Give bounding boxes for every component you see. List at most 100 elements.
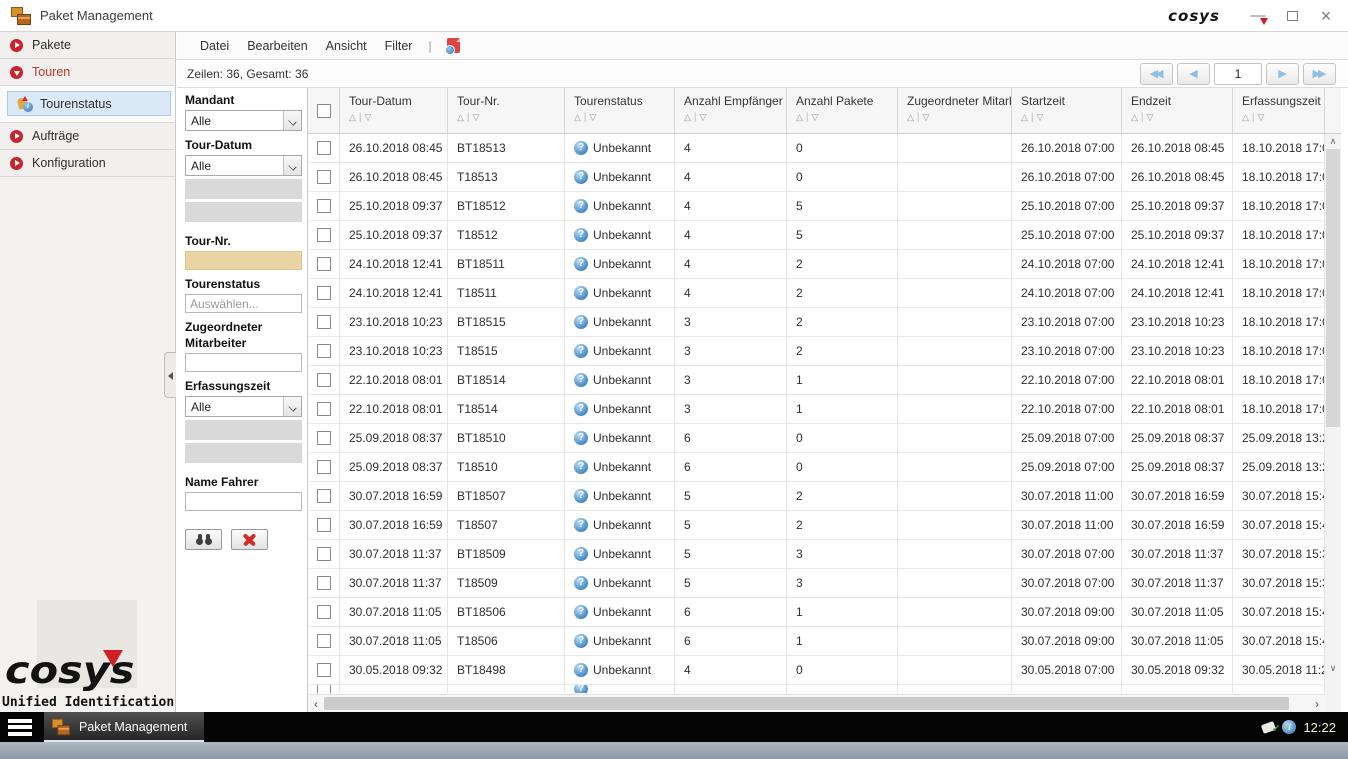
name-fahrer-input[interactable] [185,492,302,511]
sort-asc-icon[interactable]: △ [1131,112,1138,123]
sidebar-item-touren[interactable]: Touren [0,59,175,86]
tour-nr-input[interactable] [185,251,302,270]
column-header[interactable]: Tour-Nr.△|▽ [448,88,565,133]
sort-desc-icon[interactable]: ▽ [1147,112,1154,123]
select-all-checkbox[interactable] [317,104,331,118]
sort-asc-icon[interactable]: △ [349,112,356,123]
row-checkbox[interactable] [317,228,331,242]
first-page-button[interactable]: ◀◀ [1140,63,1173,85]
page-number-input[interactable]: 1 [1214,63,1262,85]
column-header[interactable]: Anzahl Empfänger△|▽ [675,88,787,133]
horizontal-scroll-thumb[interactable] [324,697,1289,710]
row-checkbox[interactable] [317,663,331,677]
vertical-scroll-thumb[interactable] [1326,149,1340,427]
row-checkbox[interactable] [317,257,331,271]
info-tray-icon[interactable]: i [1282,720,1296,734]
sort-desc-icon[interactable]: ▽ [365,112,372,123]
menu-bearbeiten[interactable]: Bearbeiten [238,39,316,53]
row-checkbox[interactable] [317,547,331,561]
cell: 5 [675,511,787,539]
sort-desc-icon[interactable]: ▽ [1258,112,1265,123]
row-checkbox[interactable] [317,489,331,503]
menu-datei[interactable]: Datei [191,39,238,53]
close-button[interactable]: × [1316,6,1336,26]
row-checkbox[interactable] [317,518,331,532]
menu-ansicht[interactable]: Ansicht [317,39,376,53]
sort-desc-icon[interactable]: ▽ [1037,112,1044,123]
start-menu-icon[interactable] [8,719,32,736]
sort-asc-icon[interactable]: △ [457,112,464,123]
cell: 6 [675,453,787,481]
table-row: 23.10.2018 10:23T18515?Unbekannt3223.10.… [308,337,1325,366]
column-header[interactable]: Tour-Datum△|▽ [340,88,448,133]
dropdown-arrow-icon[interactable] [283,397,301,416]
dropdown-arrow-icon[interactable] [283,156,301,175]
sort-asc-icon[interactable]: △ [1021,112,1028,123]
row-checkbox[interactable] [317,315,331,329]
sidebar-item-konfiguration[interactable]: Konfiguration [0,150,175,177]
sidebar-item-tourenstatus-selected[interactable]: i Tourenstatus [7,91,171,116]
sort-asc-icon[interactable]: △ [574,112,581,123]
column-header[interactable]: Erfassungszeit△|▽ [1233,88,1325,133]
row-checkbox[interactable] [317,344,331,358]
cell: 1 [787,627,898,655]
sort-asc-icon[interactable]: △ [796,112,803,123]
column-header[interactable]: Startzeit△|▽ [1012,88,1122,133]
row-checkbox[interactable] [317,685,331,693]
scroll-left-icon[interactable]: ‹ [308,696,324,712]
dropdown-arrow-icon[interactable] [283,111,301,130]
tour-datum-select[interactable]: Alle [185,155,302,176]
cell [898,627,1012,655]
cell: 26.10.2018 08:45 [340,134,448,162]
row-checkbox[interactable] [317,460,331,474]
row-checkbox[interactable] [317,373,331,387]
column-header[interactable]: Endzeit△|▽ [1122,88,1233,133]
taskbar-app-button[interactable]: Paket Management [44,712,204,742]
sort-desc-icon[interactable]: ▽ [700,112,707,123]
last-page-button[interactable]: ▶▶ [1303,63,1336,85]
tourenstatus-input[interactable] [185,294,302,313]
erfassungszeit-select[interactable]: Alle [185,396,302,417]
cell: 24.10.2018 12:41 [1122,250,1233,278]
usb-device-icon[interactable] [1261,721,1276,734]
sort-desc-icon[interactable]: ▽ [812,112,819,123]
filter-panel-collapse-handle[interactable] [164,352,176,398]
sort-asc-icon[interactable]: △ [684,112,691,123]
sort-asc-icon[interactable]: △ [1242,112,1249,123]
cell [898,337,1012,365]
row-checkbox[interactable] [317,141,331,155]
next-page-button[interactable]: ▶ [1266,63,1299,85]
mandant-select[interactable]: Alle [185,110,302,131]
search-button[interactable] [185,529,222,550]
row-checkbox[interactable] [317,431,331,445]
row-checkbox[interactable] [317,199,331,213]
sidebar-item-pakete[interactable]: Pakete [0,32,175,59]
scroll-right-icon[interactable]: › [1309,696,1325,712]
vertical-scrollbar[interactable]: ∧ ∨ [1325,88,1341,712]
column-header[interactable]: Zugeordneter Mitarbe△|▽ [898,88,1012,133]
menu-filter[interactable]: Filter [376,39,422,53]
sort-desc-icon[interactable]: ▽ [590,112,597,123]
row-checkbox[interactable] [317,634,331,648]
sort-desc-icon[interactable]: ▽ [473,112,480,123]
sort-desc-icon[interactable]: ▽ [923,112,930,123]
sort-asc-icon[interactable]: △ [907,112,914,123]
horizontal-scrollbar[interactable]: ‹ › [308,694,1325,712]
mitarbeiter-input[interactable] [185,353,302,372]
status-unknown-icon: ? [574,489,588,503]
sidebar-item-auftraege[interactable]: Aufträge [0,123,175,150]
maximize-button[interactable] [1282,6,1302,26]
column-header[interactable]: Tourenstatus△|▽ [565,88,675,133]
clear-filter-button[interactable] [231,529,268,550]
row-checkbox[interactable] [317,286,331,300]
row-checkbox[interactable] [317,576,331,590]
row-checkbox[interactable] [317,170,331,184]
row-checkbox[interactable] [317,402,331,416]
scroll-down-icon[interactable]: ∨ [1325,661,1341,676]
previous-page-button[interactable]: ◀ [1177,63,1210,85]
row-checkbox[interactable] [317,605,331,619]
scroll-up-icon[interactable]: ∧ [1325,134,1341,149]
column-header[interactable]: Anzahl Pakete△|▽ [787,88,898,133]
cell: 25.09.2018 08:37 [340,424,448,452]
export-pdf-icon[interactable] [447,38,460,53]
